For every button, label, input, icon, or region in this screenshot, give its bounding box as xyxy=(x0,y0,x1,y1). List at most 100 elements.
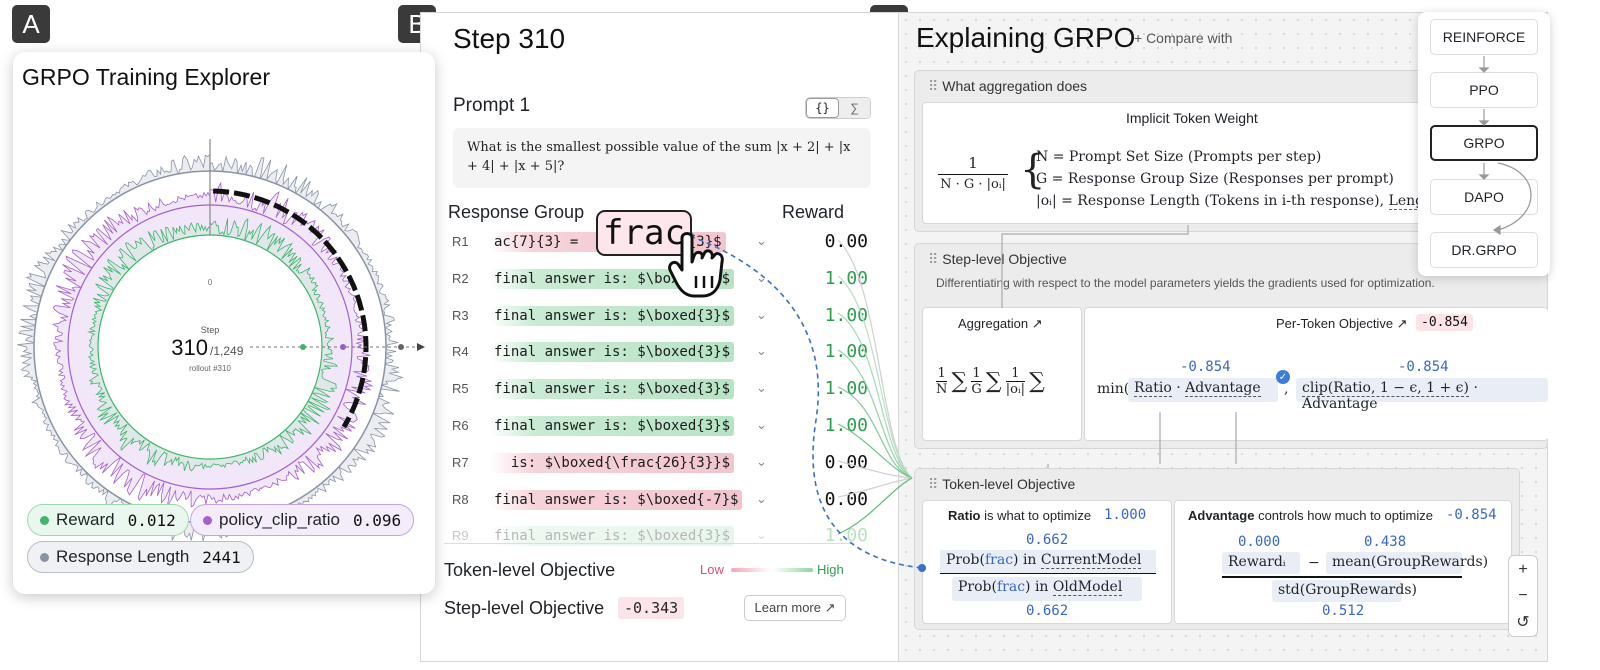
step-objective-title: ⠿ Step-level Objective xyxy=(928,251,1067,267)
response-id: R3 xyxy=(452,307,469,323)
legend-reward[interactable]: Reward 0.012 xyxy=(27,504,189,536)
ratio-card-title: Ratio is what to optimize xyxy=(948,508,1092,523)
response-id: R6 xyxy=(452,418,469,433)
radial-training-chart[interactable]: Step310/1,249 rollout #310 0 xyxy=(13,102,435,552)
token-objective-title: ⠿ Token-level Objective xyxy=(928,476,1076,492)
chevron-down-icon[interactable]: ⌄ xyxy=(756,307,767,323)
ratio-value: 1.000 xyxy=(1104,507,1147,523)
aggregation-section-title: ⠿ What aggregation does xyxy=(928,78,1088,94)
legend-response-length[interactable]: Response Length 2441 xyxy=(27,541,254,573)
prompt-text: What is the smallest possible value of t… xyxy=(453,128,871,188)
low-label: Low xyxy=(700,562,724,577)
reward-i-term[interactable]: Rewardᵢ xyxy=(1222,552,1300,574)
zoom-in-button[interactable]: + xyxy=(1511,558,1535,582)
response-id: R4 xyxy=(452,344,469,360)
low-high-gradient xyxy=(731,568,813,572)
aggregation-card-title[interactable]: Aggregation ↗ xyxy=(958,316,1043,332)
legend-policy-clip-ratio[interactable]: policy_clip_ratio 0.096 xyxy=(190,504,415,536)
response-row[interactable]: R9 final answer is: $\boxed{3}$ ⌄ 1.00 xyxy=(452,522,882,552)
response-tokens[interactable]: final answer is: $\boxed{3}$ xyxy=(490,416,735,436)
reward-title: Reward xyxy=(782,202,845,222)
response-row[interactable]: R4 final answer is: $\boxed{3}$ ⌄ 1.00 xyxy=(452,338,882,368)
response-id: R8 xyxy=(452,491,469,507)
step-objective-desc: Differentiating with respect to the mode… xyxy=(936,276,1435,290)
explain-title: Explaining GRPO xyxy=(916,22,1136,53)
response-id: R1 xyxy=(452,234,469,249)
chevron-down-icon[interactable]: ⌄ xyxy=(756,527,767,543)
response-id: R5 xyxy=(452,381,469,397)
min-text: min( xyxy=(1097,381,1130,397)
response-reward: 1.00 xyxy=(824,267,868,289)
chevron-down-icon[interactable]: ⌄ xyxy=(756,380,767,396)
chevron-down-icon[interactable]: ⌄ xyxy=(756,270,767,286)
response-tokens[interactable]: final answer is: $\boxed{3}$ xyxy=(490,379,735,400)
response-reward: 1.00 xyxy=(824,341,868,363)
ratio-advantage-term[interactable]: Ratio · Advantage xyxy=(1128,378,1278,402)
minus-sign: − xyxy=(1308,555,1320,571)
ratio-adv-value: -0.854 xyxy=(1180,359,1231,375)
per-token-value: -0.854 xyxy=(1416,314,1473,331)
step-level-label: Step-level Objective xyxy=(444,598,605,618)
token-level-label: Token-level Objective xyxy=(444,560,616,580)
step-title: Step 310 xyxy=(453,23,566,54)
response-group-title: Response Group xyxy=(448,202,585,222)
center-step-total: /1,249 xyxy=(210,344,244,358)
response-reward: 1.00 xyxy=(824,415,868,436)
reset-zoom-icon[interactable]: ↺ xyxy=(1511,610,1535,634)
response-tokens[interactable]: final answer is: $\boxed{3}$ xyxy=(490,305,735,326)
per-token-title[interactable]: Per-Token Objective ↗ xyxy=(1276,316,1408,332)
panel-a-badge: A xyxy=(12,5,50,43)
response-row[interactable]: R6 final answer is: $\boxed{3}$ ⌄ 1.00 xyxy=(452,412,882,442)
mean-term[interactable]: mean(GroupRewards) xyxy=(1326,552,1488,574)
response-id: R7 xyxy=(452,454,469,470)
explorer-title: GRPO Training Explorer xyxy=(22,64,270,90)
response-reward: 0.00 xyxy=(824,488,868,510)
chevron-down-icon[interactable]: ⌄ xyxy=(756,343,767,359)
high-label: High xyxy=(817,562,844,577)
toggle-math[interactable]: ∑ xyxy=(839,98,870,118)
ratio-bottom-value: 0.662 xyxy=(1026,603,1069,619)
response-tokens[interactable]: final answer is: $\boxed{-7}$ xyxy=(490,489,743,510)
chevron-down-icon[interactable]: ⌄ xyxy=(756,491,767,507)
weight-fraction: 1 N · G · |oᵢ| xyxy=(938,154,1008,192)
response-tokens[interactable]: final answer is: $\boxed{3}$ xyxy=(490,342,735,363)
learn-more-button[interactable]: Learn more ↗ xyxy=(744,595,846,621)
clip-term[interactable]: clip(Ratio, 1 − ϵ, 1 + ϵ) · Advantage xyxy=(1296,378,1548,412)
zero-tick-label: 0 xyxy=(208,278,213,287)
response-row[interactable]: R8 final answer is: $\boxed{-7}$ ⌄ 0.00 xyxy=(452,486,882,516)
aggregation-formula: 1N ∑ 1G ∑ 1 |oᵢ| ∑ xyxy=(936,366,1045,397)
clip-dot-icon xyxy=(203,515,212,525)
response-row[interactable]: R5 final answer is: $\boxed{3}$ ⌄ 1.00 xyxy=(452,375,882,405)
training-explorer-panel: GRPO Training Explorer Step 310/1,249 roll… xyxy=(13,52,435,594)
response-reward: 1.00 xyxy=(824,304,868,326)
std-term[interactable]: std(GroupRewards) xyxy=(1272,580,1417,602)
std-value: 0.512 xyxy=(1322,603,1365,619)
weight-definitions: N = Prompt Set Size (Prompts per step) G… xyxy=(1036,146,1457,212)
toggle-code[interactable]: {} xyxy=(806,98,839,118)
chevron-down-icon[interactable]: ⌄ xyxy=(756,454,767,470)
prompt-title: Prompt 1 xyxy=(453,95,531,116)
view-toggle[interactable]: {} ∑ xyxy=(805,97,871,119)
zoom-out-button[interactable]: − xyxy=(1511,584,1535,608)
response-row[interactable]: R7 is: $\boxed{\frac{26}{3}}$ ⌄ 0.00 xyxy=(452,449,882,479)
response-id: R2 xyxy=(452,270,469,286)
response-tokens[interactable]: is: $\boxed{\frac{26}{3}}$ xyxy=(490,452,735,473)
center-rollout: rollout #310 xyxy=(189,364,231,373)
response-reward: 0.00 xyxy=(824,451,868,473)
comma: , xyxy=(1284,381,1289,397)
algo-arrows xyxy=(1478,56,1532,236)
response-row[interactable]: R2 final answer is: $\boxed{3}$ ⌄ 1.00 xyxy=(452,265,882,295)
compare-with-button[interactable]: + Compare with xyxy=(1134,30,1232,46)
chevron-down-icon[interactable]: ⌄ xyxy=(756,233,767,249)
ratio-denominator[interactable]: Prob(frac) in OldModel xyxy=(952,577,1142,601)
divider xyxy=(444,543,854,544)
ratio-numerator[interactable]: Prob(frac) in CurrentModel xyxy=(940,550,1156,574)
advantage-value: -0.854 xyxy=(1446,507,1497,523)
response-row[interactable]: R3 final answer is: $\boxed{3}$ ⌄ 1.00 xyxy=(452,302,882,332)
ratio-top-value: 0.662 xyxy=(1026,532,1069,548)
chevron-down-icon[interactable]: ⌄ xyxy=(756,417,767,433)
response-id: R9 xyxy=(452,528,469,544)
reward-i-value: 0.000 xyxy=(1238,534,1281,550)
length-dot-icon xyxy=(40,552,49,562)
response-reward: 0.00 xyxy=(824,231,868,252)
